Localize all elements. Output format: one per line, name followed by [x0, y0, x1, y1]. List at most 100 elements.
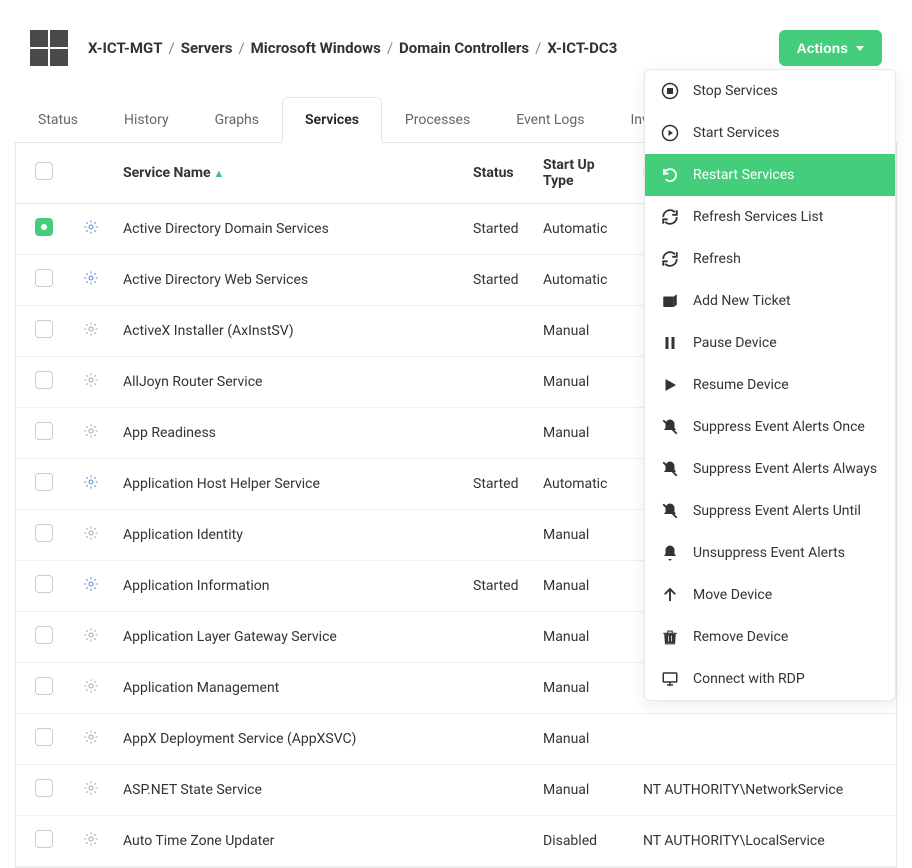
gear-icon [83, 729, 99, 745]
menu-item-restart-services[interactable]: Restart Services [645, 154, 895, 196]
service-name[interactable]: ActiveX Installer (AxInstSV) [111, 306, 461, 357]
menu-item-refresh[interactable]: Refresh [645, 238, 895, 280]
service-startup: Automatic [531, 255, 631, 306]
service-name[interactable]: AllJoyn Router Service [111, 357, 461, 408]
service-name[interactable]: Application Layer Gateway Service [111, 612, 461, 663]
row-checkbox[interactable] [35, 728, 53, 746]
service-startup: Manual [531, 306, 631, 357]
service-status: Started [461, 204, 531, 255]
menu-item-label: Move Device [693, 587, 772, 603]
service-startup: Automatic [531, 204, 631, 255]
menu-item-start-services[interactable]: Start Services [645, 112, 895, 154]
service-logon: NT AUTHORITY\LocalService [631, 816, 896, 867]
service-name[interactable]: Active Directory Domain Services [111, 204, 461, 255]
menu-item-connect-with-rdp[interactable]: Connect with RDP [645, 658, 895, 700]
row-checkbox[interactable] [35, 779, 53, 797]
col-service-name[interactable]: Service Name [111, 143, 461, 204]
col-status[interactable]: Status [461, 143, 531, 204]
menu-item-refresh-services-list[interactable]: Refresh Services List [645, 196, 895, 238]
table-row: Auto Time Zone Updater Disabled NT AUTHO… [16, 816, 896, 867]
row-checkbox[interactable] [35, 473, 53, 491]
breadcrumb-segment[interactable]: X-ICT-MGT [88, 39, 163, 57]
menu-item-pause-device[interactable]: Pause Device [645, 322, 895, 364]
monitor-icon [661, 670, 679, 688]
tab-history[interactable]: History [101, 97, 192, 143]
bell-off-icon [661, 502, 679, 520]
service-name[interactable]: ASP.NET State Service [111, 765, 461, 816]
gear-icon [83, 219, 99, 235]
menu-item-label: Remove Device [693, 629, 788, 645]
menu-item-stop-services[interactable]: Stop Services [645, 70, 895, 112]
service-status [461, 714, 531, 765]
bell-off-icon [661, 418, 679, 436]
menu-item-suppress-event-alerts-until[interactable]: Suppress Event Alerts Until [645, 490, 895, 532]
breadcrumb-segment[interactable]: Microsoft Windows [251, 39, 381, 57]
row-checkbox[interactable] [35, 524, 53, 542]
tab-services[interactable]: Services [282, 97, 382, 143]
menu-item-suppress-event-alerts-always[interactable]: Suppress Event Alerts Always [645, 448, 895, 490]
service-name[interactable]: Active Directory Web Services [111, 255, 461, 306]
service-name[interactable]: Application Host Helper Service [111, 459, 461, 510]
service-startup: Automatic [531, 459, 631, 510]
gear-icon [83, 576, 99, 592]
caret-down-icon [856, 46, 864, 51]
breadcrumb-segment[interactable]: Domain Controllers [399, 39, 529, 57]
ticket-icon [661, 292, 679, 310]
refresh-icon [661, 208, 679, 226]
service-startup: Manual [531, 663, 631, 714]
menu-item-remove-device[interactable]: Remove Device [645, 616, 895, 658]
tab-event-logs[interactable]: Event Logs [493, 97, 607, 143]
actions-button[interactable]: Actions [779, 30, 882, 66]
service-status [461, 816, 531, 867]
row-checkbox[interactable] [35, 677, 53, 695]
gear-icon [83, 270, 99, 286]
gear-icon [83, 627, 99, 643]
windows-logo-icon [30, 30, 68, 66]
service-name[interactable]: AppX Deployment Service (AppXSVC) [111, 714, 461, 765]
service-name[interactable]: Application Identity [111, 510, 461, 561]
row-checkbox[interactable] [35, 626, 53, 644]
menu-item-label: Stop Services [693, 83, 778, 99]
service-status [461, 408, 531, 459]
row-checkbox[interactable] [35, 575, 53, 593]
service-status [461, 765, 531, 816]
move-icon [661, 586, 679, 604]
row-checkbox[interactable] [35, 218, 53, 236]
menu-item-label: Refresh Services List [693, 209, 823, 225]
menu-item-unsuppress-event-alerts[interactable]: Unsuppress Event Alerts [645, 532, 895, 574]
col-startup-type[interactable]: Start Up Type [531, 143, 631, 204]
row-checkbox[interactable] [35, 269, 53, 287]
select-all-checkbox[interactable] [35, 162, 53, 180]
gear-icon [83, 525, 99, 541]
gear-icon [83, 831, 99, 847]
table-row: ASP.NET State Service Manual NT AUTHORIT… [16, 765, 896, 816]
menu-item-label: Refresh [693, 251, 741, 267]
breadcrumb-segment[interactable]: Servers [181, 39, 233, 57]
tab-status[interactable]: Status [15, 97, 101, 143]
menu-item-move-device[interactable]: Move Device [645, 574, 895, 616]
menu-item-resume-device[interactable]: Resume Device [645, 364, 895, 406]
menu-item-add-new-ticket[interactable]: Add New Ticket [645, 280, 895, 322]
breadcrumb-separator: / [535, 39, 541, 57]
row-checkbox[interactable] [35, 422, 53, 440]
menu-item-label: Suppress Event Alerts Until [693, 503, 861, 519]
service-name[interactable]: Auto Time Zone Updater [111, 816, 461, 867]
service-status: Started [461, 561, 531, 612]
row-checkbox[interactable] [35, 830, 53, 848]
row-checkbox[interactable] [35, 371, 53, 389]
breadcrumb-segment[interactable]: X-ICT-DC3 [547, 39, 617, 57]
menu-item-label: Resume Device [693, 377, 789, 393]
tab-graphs[interactable]: Graphs [192, 97, 282, 143]
service-status [461, 357, 531, 408]
service-startup: Manual [531, 765, 631, 816]
service-name[interactable]: App Readiness [111, 408, 461, 459]
service-startup: Manual [531, 612, 631, 663]
row-checkbox[interactable] [35, 320, 53, 338]
menu-item-suppress-event-alerts-once[interactable]: Suppress Event Alerts Once [645, 406, 895, 448]
service-name[interactable]: Application Management [111, 663, 461, 714]
stop-icon [661, 82, 679, 100]
service-logon: NT AUTHORITY\NetworkService [631, 765, 896, 816]
tab-processes[interactable]: Processes [382, 97, 493, 143]
menu-item-label: Connect with RDP [693, 671, 805, 687]
service-name[interactable]: Application Information [111, 561, 461, 612]
